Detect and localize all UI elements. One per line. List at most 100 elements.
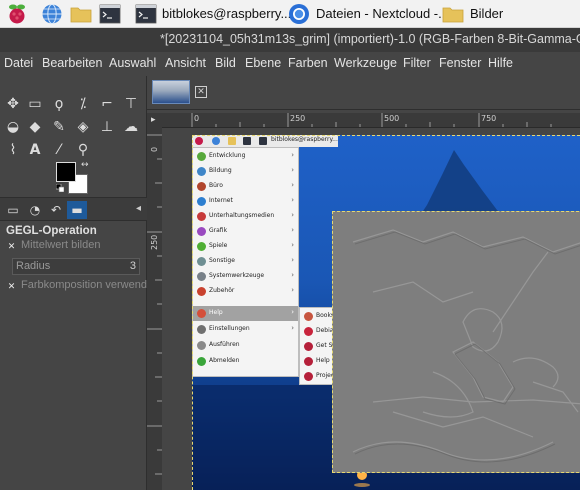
paintbrush-tool-icon[interactable]: ✎: [48, 117, 70, 137]
terminal-icon: [135, 4, 157, 24]
chevron-right-icon: ›: [291, 241, 294, 249]
embedded-menu-item-label: Unterhaltungsmedien: [209, 212, 275, 219]
device-status-tab-icon[interactable]: ◔: [25, 201, 45, 219]
menu-bearbeiten[interactable]: Bearbeiten: [42, 56, 102, 70]
color-picker-tool-icon[interactable]: ⁄: [48, 140, 70, 160]
menu-farben[interactable]: Farben: [288, 56, 328, 70]
embedded-menu-item-label: Einstellungen: [209, 325, 250, 332]
embedded-menu-item: Bildung ›: [193, 164, 298, 179]
menu-auswahl[interactable]: Auswahl: [109, 56, 156, 70]
chevron-right-icon: ›: [291, 211, 294, 219]
eraser-tool-icon[interactable]: ◈: [72, 117, 94, 137]
chevron-right-icon: ▸: [151, 115, 156, 125]
blend-option[interactable]: ✕ Farbkomposition verwende: [6, 279, 153, 297]
category-icon: [197, 309, 206, 318]
browser-task-button[interactable]: Dateien - Nextcloud -...: [286, 1, 449, 27]
image-tabs: ✕: [147, 76, 580, 110]
image-canvas[interactable]: bitblokes@raspberry... Entwicklung › Bild…: [192, 135, 580, 490]
text-tool-icon[interactable]: A: [24, 140, 46, 160]
chromium-icon: [289, 4, 309, 24]
embedded-menu-item: Einstellungen ›: [193, 322, 298, 337]
blend-option-label: Farbkomposition verwende: [21, 279, 154, 291]
category-icon: [197, 212, 206, 221]
smudge-tool-icon[interactable]: ☁: [120, 117, 142, 137]
embedded-menu-item-label: Abmelden: [209, 357, 240, 364]
radius-field[interactable]: Radius 3: [12, 258, 140, 275]
chevron-right-icon: ›: [291, 166, 294, 174]
embedded-menu-item-selected: Help ›: [193, 306, 298, 321]
reset-colors-icon[interactable]: [56, 184, 64, 192]
menu-datei[interactable]: Datei: [4, 56, 33, 70]
embedded-menu-item-label: Bildung: [209, 167, 232, 174]
category-icon: [197, 287, 206, 296]
clone-tool-icon[interactable]: ⊥: [96, 117, 118, 137]
image-thumbnail[interactable]: [152, 80, 190, 104]
crop-tool-icon[interactable]: ⌐: [96, 94, 118, 114]
fuzzy-select-tool-icon[interactable]: ⁒: [72, 94, 94, 114]
lasso-tool-icon[interactable]: ϙ: [48, 94, 70, 114]
folder-icon: [442, 7, 464, 23]
folder-icon[interactable]: [70, 3, 92, 25]
menu-fenster[interactable]: Fenster: [439, 56, 481, 70]
system-taskbar: bitblokes@raspberry... Dateien - Nextclo…: [0, 0, 580, 28]
category-icon: [197, 227, 206, 236]
rect-select-tool-icon[interactable]: ▭: [24, 94, 46, 114]
swap-colors-icon[interactable]: ↔: [81, 160, 89, 170]
unified-transform-tool-icon[interactable]: ⊤: [120, 94, 142, 114]
globe-icon[interactable]: [41, 3, 63, 25]
dock-menu-icon[interactable]: ◂: [136, 203, 141, 214]
close-icon[interactable]: ✕: [6, 241, 17, 252]
quick-mask-toggle[interactable]: ▸: [147, 113, 162, 128]
ruler-ticks: [191, 113, 552, 127]
ruler-ticks: [147, 134, 162, 475]
screen: { "taskbar": { "terminal_task": "bitblok…: [0, 0, 580, 490]
menu-bild[interactable]: Bild: [215, 56, 236, 70]
folder-task-button[interactable]: Bilder: [440, 1, 550, 27]
horizontal-ruler: 0 250 500 750: [162, 113, 580, 128]
embedded-menu-item: Spiele ›: [193, 239, 298, 254]
menu-hilfe[interactable]: Hilfe: [488, 56, 513, 70]
embedded-menu-item: Zubehör ›: [193, 284, 298, 299]
bucket-fill-tool-icon[interactable]: ◆: [24, 117, 46, 137]
raspberry-icon: [304, 357, 313, 366]
menu-werkzeuge[interactable]: Werkzeuge: [334, 56, 397, 70]
raspberry-pi-menu-icon[interactable]: [6, 3, 28, 25]
foreground-color-swatch[interactable]: [56, 162, 76, 182]
chevron-right-icon: ›: [291, 308, 294, 316]
menu-ebene[interactable]: Ebene: [245, 56, 281, 70]
terminal-icon[interactable]: [99, 3, 121, 25]
terminal-icon: [259, 137, 267, 145]
tool-options-tab-icon[interactable]: ▭: [3, 201, 23, 219]
chevron-right-icon: ›: [291, 286, 294, 294]
embedded-menu-item-label: Ausführen: [209, 341, 240, 348]
embedded-menu-item-label: Systemwerkzeuge: [209, 272, 265, 279]
embedded-menu-item: Unterhaltungsmedien ›: [193, 209, 298, 224]
chevron-right-icon: ›: [291, 226, 294, 234]
canvas-area[interactable]: bitblokes@raspberry... Entwicklung › Bild…: [162, 128, 580, 490]
category-icon: [197, 182, 206, 191]
category-icon: [197, 242, 206, 251]
vertical-ruler: 0 250: [147, 128, 162, 490]
embedded-menu-item: Ausführen: [193, 338, 298, 353]
embedded-menu-item: Grafik ›: [193, 224, 298, 239]
paths-tool-icon[interactable]: ⌇: [2, 140, 24, 160]
radius-label: Radius: [16, 260, 51, 272]
warp-tool-icon[interactable]: ◒: [2, 117, 24, 137]
folder-task-label: Bilder: [470, 6, 504, 21]
undo-history-tab-icon[interactable]: ↶: [46, 201, 66, 219]
move-tool-icon[interactable]: ✥: [2, 94, 24, 114]
menu-filter[interactable]: Filter: [403, 56, 431, 70]
embedded-menu-item: Abmelden: [193, 354, 298, 369]
zoom-tool-icon[interactable]: ⚲: [72, 140, 94, 160]
window-titlebar: *[20231104_05h31m13s_grim] (importiert)-…: [0, 28, 580, 52]
mean-option[interactable]: ✕ Mittelwert bilden: [6, 239, 101, 257]
embossed-layer[interactable]: [332, 211, 580, 473]
embedded-menu-item: Internet ›: [193, 194, 298, 209]
terminal-task-button[interactable]: bitblokes@raspberry...: [131, 1, 291, 27]
embedded-menu-item-label: Sonstige: [209, 257, 235, 264]
menu-ansicht[interactable]: Ansicht: [165, 56, 206, 70]
close-icon[interactable]: ✕: [6, 281, 17, 292]
close-icon[interactable]: ✕: [195, 86, 207, 98]
toolbox: ✥ ▭ ϙ ⁒ ⌐ ⊤ ◒ ◆ ✎ ◈ ⊥ ☁ ⌇ A ⁄ ⚲ ↔ ▭ ◔ ↶ …: [0, 76, 153, 490]
images-tab-icon[interactable]: ▬: [67, 201, 87, 219]
